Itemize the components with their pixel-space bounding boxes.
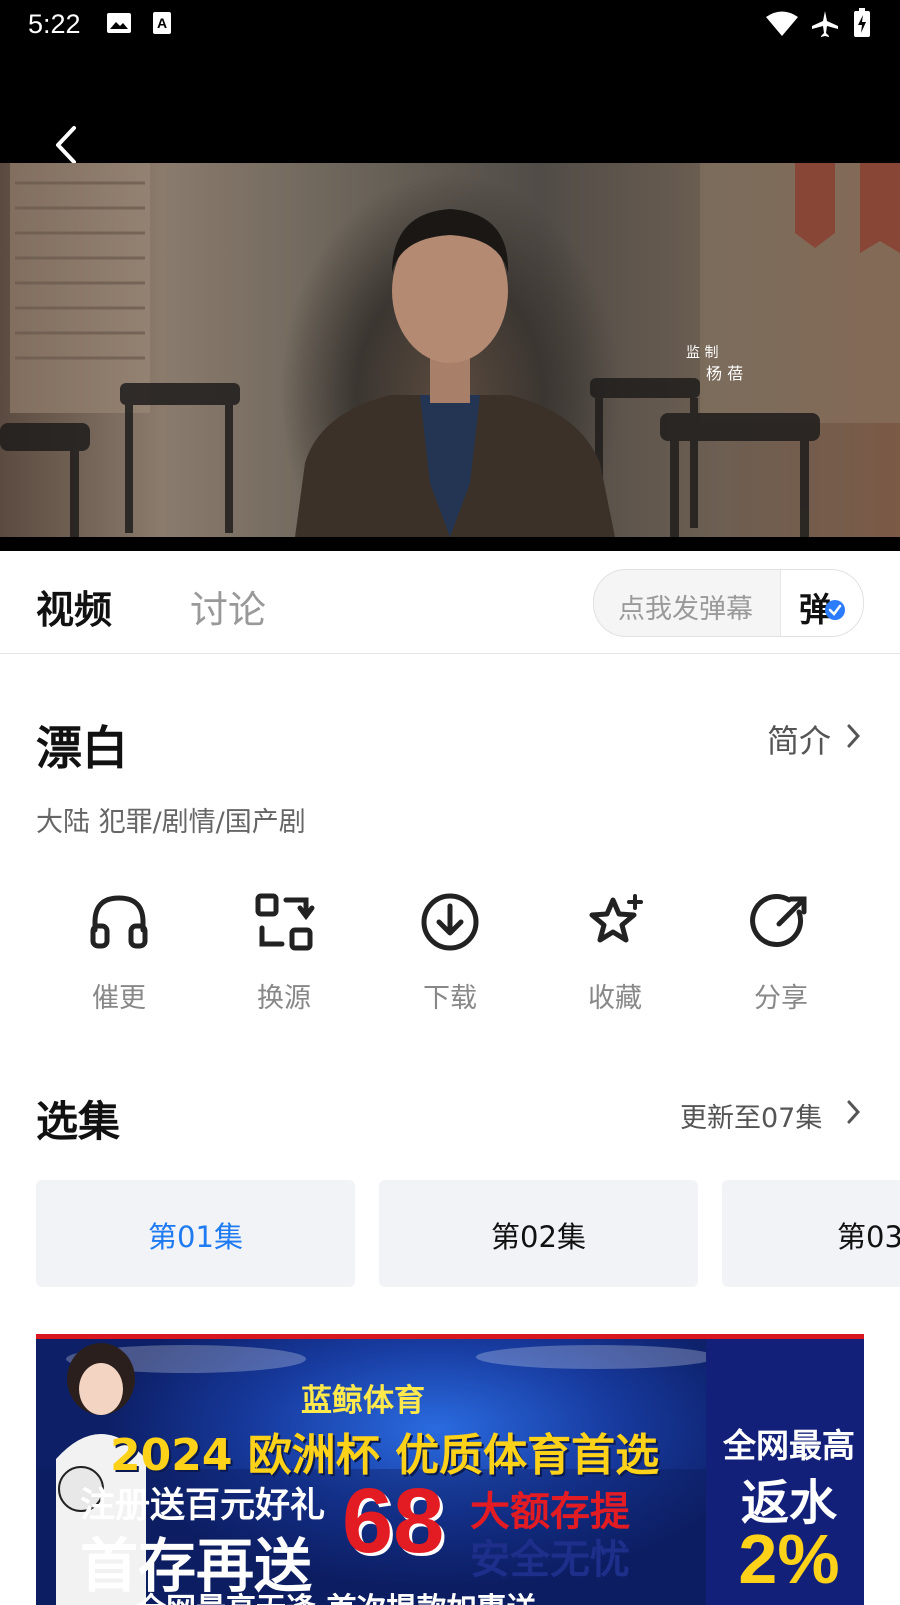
video-player[interactable]: 监 制 杨 蓓	[0, 50, 900, 551]
status-time: 5:22	[28, 9, 81, 39]
chevron-right-icon[interactable]	[845, 723, 861, 753]
episode-list[interactable]: 第01集 第02集 第03集	[0, 1180, 900, 1288]
image-icon	[106, 10, 132, 40]
intro-link[interactable]: 简介	[767, 716, 831, 762]
star-icon	[589, 894, 643, 943]
share-icon	[750, 894, 807, 947]
font-icon: A	[150, 10, 176, 40]
action-label: 催更	[92, 983, 146, 1014]
banner-big-number: 68	[342, 1470, 445, 1572]
tab-discussion[interactable]: 讨论	[190, 579, 266, 634]
favorite-button[interactable]: 收藏	[555, 890, 675, 1015]
airplane-icon	[810, 9, 840, 43]
action-label: 分享	[754, 983, 808, 1014]
chevron-right-icon[interactable]	[845, 1099, 861, 1129]
tab-video[interactable]: 视频	[36, 579, 112, 634]
episodes-update-link[interactable]: 更新至07集	[680, 1096, 822, 1135]
tab-bar: 视频 讨论 点我发弹幕 弹	[0, 551, 900, 654]
share-button[interactable]: 分享	[721, 890, 841, 1015]
banner-brand: 蓝鲸体育	[301, 1383, 425, 1419]
episode-label: 第02集	[491, 1220, 586, 1254]
video-frame[interactable]	[0, 163, 900, 538]
episode-label: 第01集	[148, 1220, 243, 1254]
video-still-image	[0, 163, 900, 538]
banner-bottom: 全网最高无逢 首次提款如惠送	[136, 1584, 536, 1605]
banner-side1: 全网最高	[723, 1426, 855, 1465]
episodes-title: 选集	[36, 1097, 121, 1146]
episode-item[interactable]: 第03集	[722, 1180, 900, 1287]
action-label: 换源	[257, 983, 311, 1014]
switch-source-button[interactable]: 换源	[224, 890, 344, 1015]
download-icon	[421, 893, 479, 951]
danmu-toggle-button[interactable]: 弹	[780, 570, 863, 636]
banner-right2: 安全无忧	[470, 1537, 630, 1583]
danmu-placeholder: 点我发弹幕	[618, 594, 753, 625]
remind-update-button[interactable]: 催更	[59, 890, 179, 1015]
svg-text:A: A	[157, 15, 167, 31]
check-icon	[825, 600, 845, 620]
episode-item[interactable]: 第01集	[36, 1180, 355, 1287]
switch-source-icon	[255, 893, 315, 951]
download-button[interactable]: 下载	[390, 890, 510, 1015]
credit-role: 监 制	[686, 345, 719, 361]
danmu-input[interactable]: 点我发弹幕 弹	[593, 569, 864, 637]
show-meta: 大陆 犯罪/剧情/国产剧	[36, 807, 306, 838]
headphones-icon	[90, 895, 148, 949]
episode-label: 第03集	[837, 1220, 900, 1254]
battery-charging-icon	[853, 8, 871, 42]
action-label: 下载	[423, 983, 477, 1014]
banner-side3: 2%	[738, 1520, 840, 1598]
credit-name: 杨 蓓	[706, 364, 744, 383]
show-title: 漂白	[36, 721, 128, 775]
action-label: 收藏	[588, 983, 642, 1014]
episode-item[interactable]: 第02集	[379, 1180, 698, 1287]
action-bar: 催更 换源 下载 收藏 分享	[0, 890, 900, 1020]
ad-banner[interactable]: 蓝鲸体育 2024 欧洲杯 优质体育首选 注册送百元好礼 首存再送 68 大额存…	[36, 1334, 864, 1605]
wifi-icon	[765, 10, 799, 42]
status-bar: 5:22 A	[0, 0, 900, 50]
